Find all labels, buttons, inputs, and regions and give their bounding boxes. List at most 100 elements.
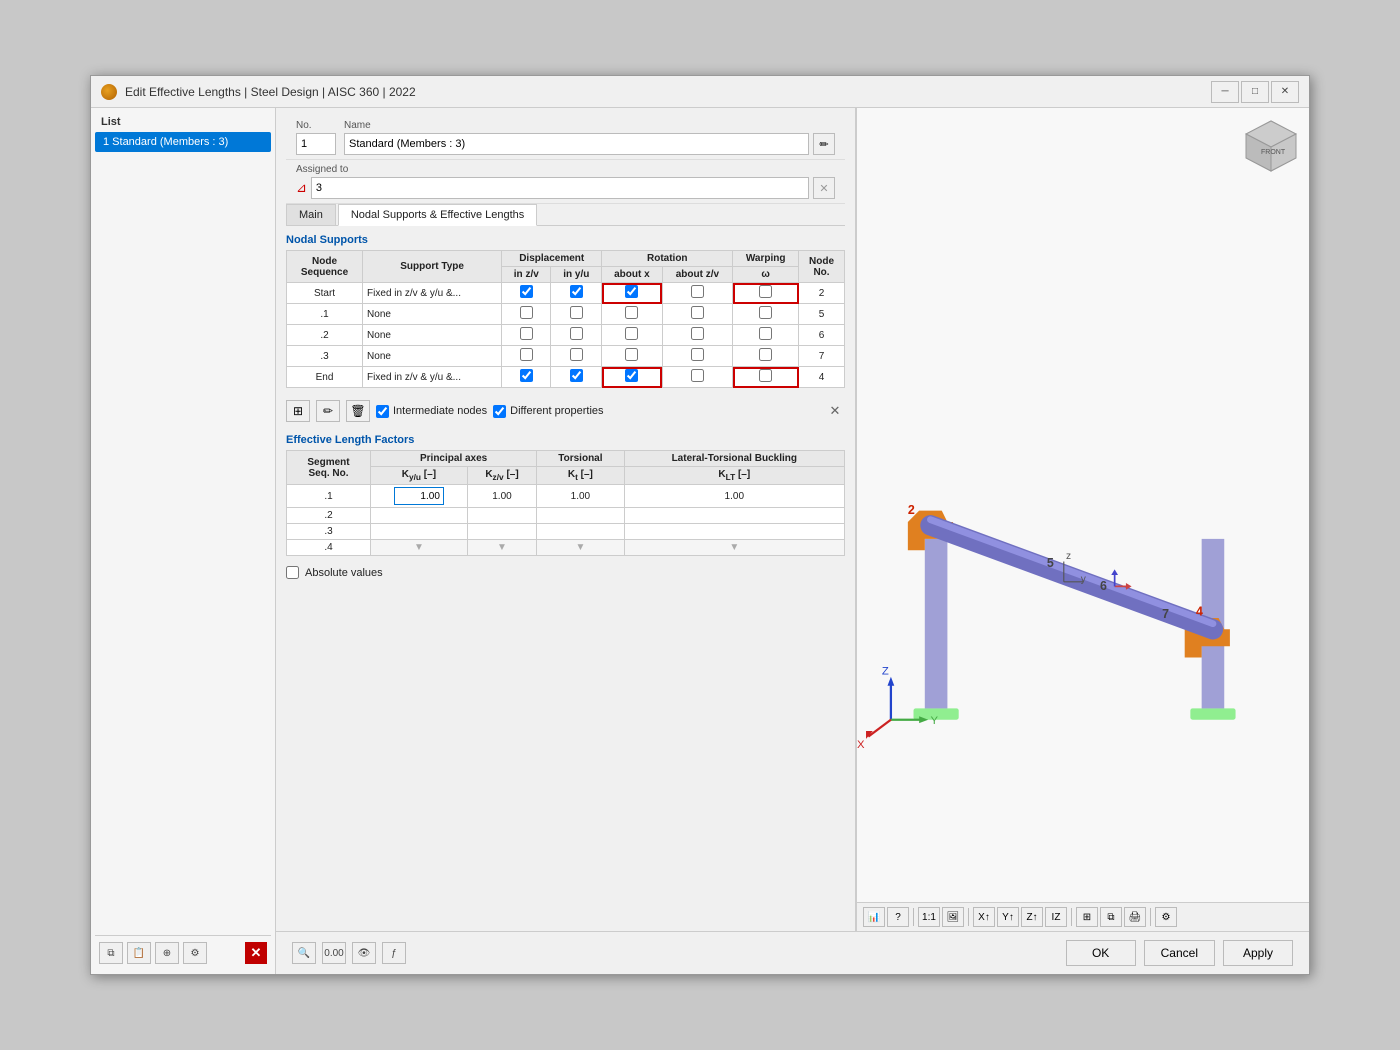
table-row: .4 ▼ ▼ ▼ ▼ — [287, 540, 845, 556]
svg-text:7: 7 — [1162, 607, 1169, 621]
cell-support-type[interactable]: None — [363, 304, 502, 325]
sidebar: List 1 Standard (Members : 3) ⧉ 📋 ⊕ ⚙ ✕ — [91, 108, 276, 974]
table-row: .2 None 6 — [287, 325, 845, 346]
cell-support-type[interactable]: Fixed in z/v & y/u &... — [363, 367, 502, 388]
checkbox-rot-x[interactable] — [625, 348, 638, 361]
sidebar-footer: ⧉ 📋 ⊕ ⚙ ✕ — [95, 935, 271, 970]
tab-main[interactable]: Main — [286, 204, 336, 225]
3d-toolbar: 📊 ? 1:1 🖼 X↑ Y↑ Z↑ IZ ⊞ ⧉ 🖨 — [857, 902, 1309, 931]
name-edit-button[interactable]: ✏ — [813, 133, 835, 155]
elf-cell-seq: .4 — [287, 540, 371, 556]
maximize-button[interactable]: □ — [1241, 81, 1269, 103]
view-btn-print[interactable]: 🖨 — [1124, 907, 1146, 927]
view-btn-1[interactable]: 📊 — [863, 907, 885, 927]
checkbox-rot-zv[interactable] — [691, 306, 704, 319]
cell-support-type[interactable]: None — [363, 325, 502, 346]
apply-button[interactable]: Apply — [1223, 940, 1293, 966]
close-section-button[interactable]: ✕ — [825, 401, 845, 421]
view-btn-grid[interactable]: ⊞ — [1076, 907, 1098, 927]
elf-cell-kyv — [371, 508, 468, 524]
cell-disp-zv — [502, 325, 551, 346]
checkbox-rot-x[interactable] — [625, 327, 638, 340]
checkbox-disp-zv[interactable] — [520, 369, 533, 382]
name-input[interactable] — [344, 133, 809, 155]
view-btn-x4[interactable]: IZ — [1045, 907, 1067, 927]
checkbox-rot-x[interactable] — [625, 369, 638, 382]
view-btn-settings[interactable]: ⚙ — [1155, 907, 1177, 927]
checkbox-disp-yu[interactable] — [570, 306, 583, 319]
col-torsional: Torsional — [537, 451, 624, 467]
view-btn-4[interactable]: 🖼 — [942, 907, 964, 927]
elf-cell-klt-arrow: ▼ — [624, 540, 844, 556]
checkbox-rot-zv[interactable] — [691, 285, 704, 298]
tab-nodal-supports[interactable]: Nodal Supports & Effective Lengths — [338, 204, 537, 226]
properties-button[interactable]: ⚙ — [183, 942, 207, 964]
sidebar-delete-button[interactable]: ✕ — [245, 942, 267, 964]
elf-cell-kyv[interactable] — [371, 485, 468, 508]
checkbox-rot-x[interactable] — [625, 285, 638, 298]
cell-support-type[interactable]: None — [363, 346, 502, 367]
cell-seq: End — [287, 367, 363, 388]
checkbox-warp[interactable] — [759, 348, 772, 361]
cell-rot-zv — [662, 367, 733, 388]
checkbox-disp-yu[interactable] — [570, 285, 583, 298]
add-button[interactable]: ⊕ — [155, 942, 179, 964]
ok-button[interactable]: OK — [1066, 940, 1136, 966]
assigned-icon: ⊿ — [296, 180, 307, 196]
checkbox-rot-x[interactable] — [625, 306, 638, 319]
main-window: Edit Effective Lengths | Steel Design | … — [90, 75, 1310, 975]
view-btn-2[interactable]: ? — [887, 907, 909, 927]
svg-text:X: X — [857, 739, 865, 751]
sidebar-item-1[interactable]: 1 Standard (Members : 3) — [95, 132, 271, 152]
checkbox-warp[interactable] — [759, 306, 772, 319]
bottom-view-button[interactable]: 👁 — [352, 942, 376, 964]
checkbox-disp-zv[interactable] — [520, 285, 533, 298]
checkbox-disp-zv[interactable] — [520, 306, 533, 319]
absolute-values-checkbox[interactable] — [286, 566, 299, 579]
col-disp-zv: in z/v — [502, 267, 551, 283]
checkbox-warp[interactable] — [759, 327, 772, 340]
svg-text:2: 2 — [908, 503, 915, 517]
cube-navigation[interactable]: FRONT — [1241, 116, 1301, 176]
no-input[interactable] — [296, 133, 336, 155]
bottom-prop-button[interactable]: ƒ — [382, 942, 406, 964]
checkbox-rot-zv[interactable] — [691, 369, 704, 382]
toolbar-btn-1[interactable]: ⊞ — [286, 400, 310, 422]
view-btn-x2[interactable]: Y↑ — [997, 907, 1019, 927]
assigned-input[interactable] — [311, 177, 809, 199]
effective-length-title: Effective Length Factors — [286, 434, 845, 446]
view-btn-x3[interactable]: Z↑ — [1021, 907, 1043, 927]
checkbox-rot-zv[interactable] — [691, 348, 704, 361]
checkbox-disp-yu[interactable] — [570, 348, 583, 361]
view-btn-3[interactable]: 1:1 — [918, 907, 940, 927]
checkbox-warp[interactable] — [759, 369, 772, 382]
different-properties-checkbox[interactable] — [493, 405, 506, 418]
name-label: Name — [344, 120, 835, 131]
checkbox-disp-zv[interactable] — [520, 348, 533, 361]
table-row: End Fixed in z/v & y/u &... 4 — [287, 367, 845, 388]
paste-button[interactable]: 📋 — [127, 942, 151, 964]
view-btn-copy[interactable]: ⧉ — [1100, 907, 1122, 927]
view-btn-x1[interactable]: X↑ — [973, 907, 995, 927]
intermediate-nodes-checkbox[interactable] — [376, 405, 389, 418]
checkbox-disp-zv[interactable] — [520, 327, 533, 340]
checkbox-disp-yu[interactable] — [570, 327, 583, 340]
intermediate-nodes-label: Intermediate nodes — [376, 405, 487, 418]
minimize-button[interactable]: ─ — [1211, 81, 1239, 103]
bottom-search-button[interactable]: 🔍 — [292, 942, 316, 964]
separator-2 — [968, 908, 969, 926]
assigned-delete-button[interactable]: ✕ — [813, 177, 835, 199]
bottom-value-button[interactable]: 0.00 — [322, 942, 346, 964]
cancel-button[interactable]: Cancel — [1144, 940, 1215, 966]
checkbox-rot-zv[interactable] — [691, 327, 704, 340]
toolbar-btn-3[interactable]: 🗑 — [346, 400, 370, 422]
checkbox-warp[interactable] — [759, 285, 772, 298]
toolbar-btn-2[interactable]: ✏ — [316, 400, 340, 422]
copy-button[interactable]: ⧉ — [99, 942, 123, 964]
cell-rot-x — [602, 367, 662, 388]
form-area: No. Name ✏ — [276, 108, 1309, 931]
close-button[interactable]: ✕ — [1271, 81, 1299, 103]
kyv-input[interactable] — [394, 487, 444, 505]
checkbox-disp-yu[interactable] — [570, 369, 583, 382]
cell-support-type[interactable]: Fixed in z/v & y/u &... — [363, 283, 502, 304]
